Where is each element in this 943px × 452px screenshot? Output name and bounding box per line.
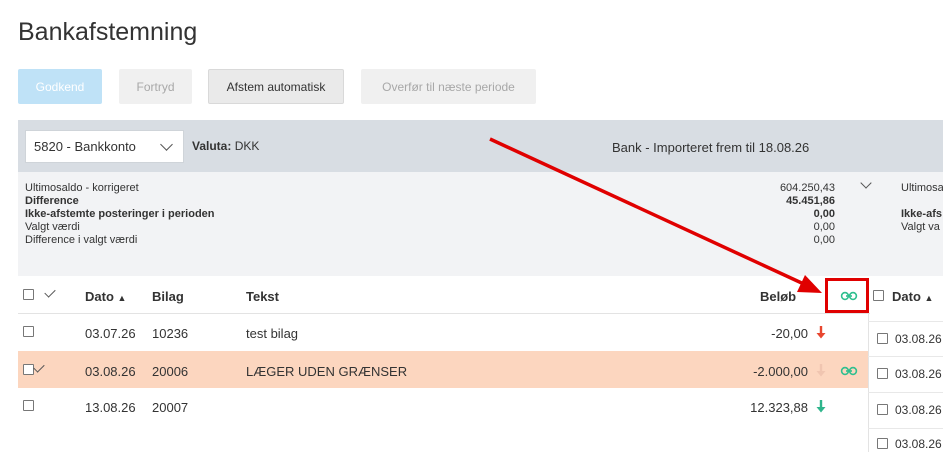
annotation-arrow [489, 137, 822, 293]
